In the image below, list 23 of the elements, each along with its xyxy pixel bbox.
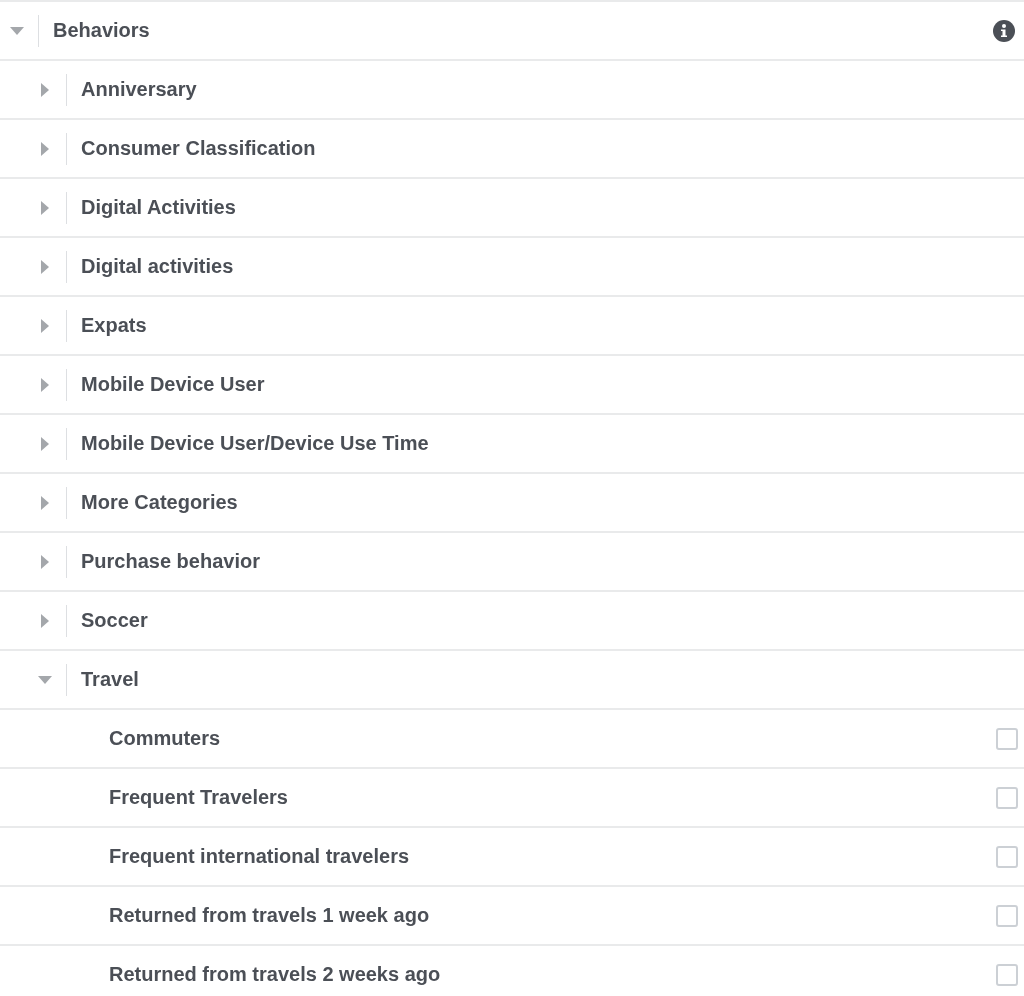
category-label[interactable]: Mobile Device User/Device Use Time [81,432,429,455]
category-label[interactable]: Mobile Device User [81,373,265,396]
category-label[interactable]: Travel [81,668,139,691]
category-label[interactable]: Digital activities [81,255,234,278]
checkbox[interactable] [996,963,1018,986]
category-label: Frequent Travelers [109,786,288,809]
category-label[interactable]: Consumer Classification [81,137,316,160]
category-label[interactable]: More Categories [81,491,238,514]
category-label: Returned from travels 2 weeks ago [109,963,441,986]
category-label[interactable]: Expats [81,314,147,337]
category-label[interactable]: Anniversary [81,78,197,101]
info-icon[interactable] [993,19,1015,42]
category-label[interactable]: Purchase behavior [81,550,260,573]
category-label[interactable]: Soccer [81,609,148,632]
checkbox[interactable] [996,786,1018,809]
checkbox[interactable] [996,904,1018,927]
category-label[interactable]: Behaviors [53,19,150,42]
checkbox[interactable] [996,727,1018,750]
category-label: Commuters [109,727,221,750]
checkbox[interactable] [996,845,1018,868]
category-label[interactable]: Digital Activities [81,196,236,219]
category-label: Frequent international travelers [109,845,410,868]
category-label: Returned from travels 1 week ago [109,904,430,927]
